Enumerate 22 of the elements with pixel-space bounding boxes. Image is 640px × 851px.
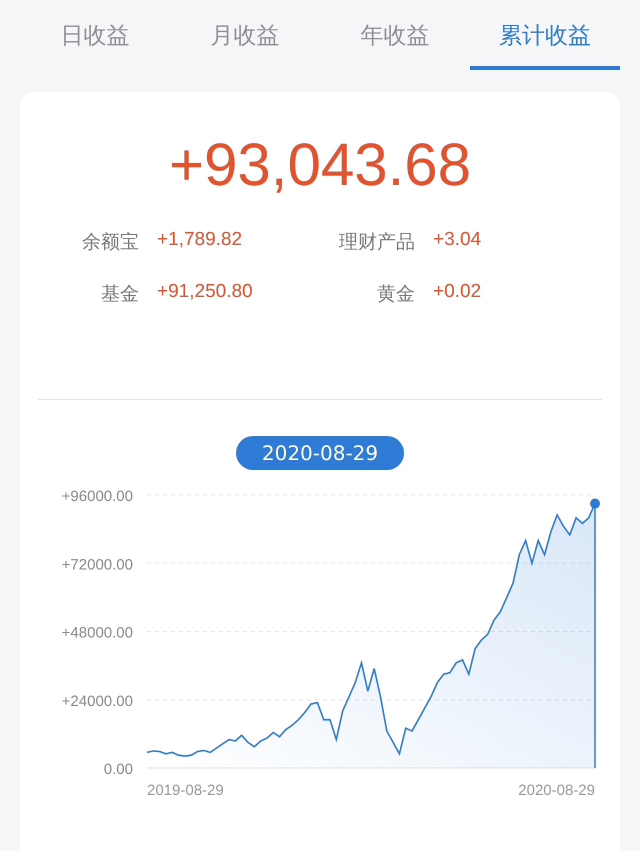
- y-axis-label: +72000.00: [62, 556, 133, 574]
- y-axis-label: +48000.00: [62, 624, 133, 642]
- tab[interactable]: 年收益: [320, 0, 470, 70]
- tab[interactable]: 累计收益: [470, 0, 620, 70]
- date-badge: 2020-08-29: [236, 436, 404, 470]
- y-axis-label: +24000.00: [62, 692, 133, 710]
- x-axis-label: 2020-08-29: [518, 782, 595, 799]
- tab[interactable]: 月收益: [170, 0, 320, 70]
- category-label: 基金: [100, 282, 140, 307]
- category-value: +3.04: [433, 229, 482, 252]
- tab[interactable]: 日收益: [20, 0, 170, 70]
- x-axis-label: 2019-08-29: [147, 782, 224, 799]
- category-value: +0.02: [433, 281, 482, 304]
- y-axis-label: +96000.00: [62, 488, 133, 505]
- category-label: 理财产品: [338, 230, 416, 255]
- category-label: 黄金: [376, 282, 416, 307]
- category-value: +1,789.82: [157, 229, 244, 252]
- end-point-marker: [590, 498, 600, 509]
- category-value: +91,250.80: [157, 281, 254, 304]
- total-earnings: +93,043.68: [169, 130, 471, 199]
- category-label: 余额宝: [81, 230, 140, 255]
- y-axis-label: 0.00: [104, 761, 133, 778]
